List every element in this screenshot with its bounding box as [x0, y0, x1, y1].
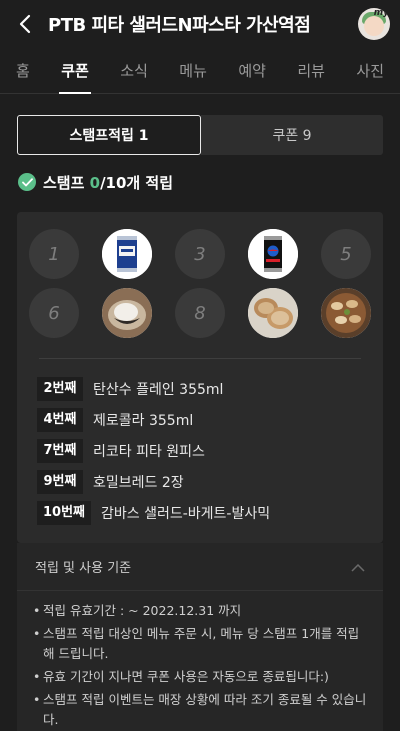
tab-reviews[interactable]: 리뷰 — [297, 48, 325, 94]
avatar-label: my — [373, 8, 389, 18]
reward-row: 4번째 제로콜라 355ml — [37, 408, 193, 432]
reward-row: 7번째 리코타 피타 원피스 — [37, 439, 205, 463]
stamp-slot-7 — [102, 288, 152, 338]
page-title: PTB 피타 샐러드N파스타 가산역점 — [48, 15, 311, 36]
rules-header[interactable]: 적립 및 사용 기준 — [17, 543, 383, 591]
rules-item: 스탬프 적립 대상인 메뉴 주문 시, 메뉴 당 스탬프 1개를 적립해 드립니… — [33, 624, 367, 664]
stamp-slot-8: 8 — [175, 288, 225, 338]
reward-item: 감바스 샐러드-바게트-발사믹 — [101, 506, 271, 522]
rules-panel: 적립 및 사용 기준 적립 유효기간 : ~ 2022.12.31 까지 스탬프… — [17, 543, 383, 731]
stamp-status-prefix: 스탬프 — [43, 173, 90, 192]
reward-row: 10번째 감바스 샐러드-바게트-발사믹 — [37, 501, 270, 525]
stamp-slot-10 — [321, 288, 371, 338]
ricotta-pita-icon — [102, 288, 152, 338]
back-icon[interactable] — [14, 13, 36, 35]
avatar[interactable]: my — [358, 8, 390, 40]
reward-item: 탄산수 플레인 355ml — [93, 382, 224, 398]
gambas-salad-icon — [321, 288, 371, 338]
stamp-slot-4 — [248, 229, 298, 279]
reward-order-badge: 2번째 — [37, 377, 83, 401]
reward-item: 제로콜라 355ml — [93, 413, 194, 429]
rules-title: 적립 및 사용 기준 — [35, 561, 132, 576]
rules-item: 스탬프 적립 이벤트는 매장 상황에 따라 조기 종료될 수 있습니다. — [33, 690, 367, 730]
rye-bread-icon — [248, 288, 298, 338]
stamp-slot-1: 1 — [29, 229, 79, 279]
tab-home[interactable]: 홈 — [16, 48, 30, 94]
stamp-slot-5: 5 — [321, 229, 371, 279]
reward-order-badge: 7번째 — [37, 439, 83, 463]
stamp-slot-9 — [248, 288, 298, 338]
stamp-count: 0 — [89, 173, 101, 192]
reward-order-badge: 9번째 — [37, 470, 83, 494]
reward-order-badge: 4번째 — [37, 408, 83, 432]
reward-item: 리코타 피타 원피스 — [93, 444, 205, 460]
header: PTB 피타 샐러드N파스타 가산역점 my — [0, 0, 400, 48]
zero-cola-can-icon — [248, 229, 298, 279]
stamp-slot-2 — [102, 229, 152, 279]
tab-menu[interactable]: 메뉴 — [179, 48, 207, 94]
reward-item: 호밀브레드 2장 — [93, 475, 184, 491]
rules-item: 유효 기간이 지나면 쿠폰 사용은 자동으로 종료됩니다:) — [33, 667, 367, 687]
coupon-segment-control: 스탬프적립 1 쿠폰 9 — [17, 115, 383, 155]
avatar-face — [364, 16, 384, 36]
stamp-status: 스탬프 0/10개 적립 — [18, 171, 400, 193]
card-divider — [39, 358, 361, 359]
chevron-up-icon[interactable] — [351, 557, 365, 576]
rules-list: 적립 유효기간 : ~ 2022.12.31 까지 스탬프 적립 대상인 메뉴 … — [17, 591, 383, 730]
stamp-status-suffix: /10개 적립 — [100, 173, 174, 192]
check-icon — [18, 173, 36, 191]
stamp-segment-button[interactable]: 스탬프적립 1 — [17, 115, 201, 155]
tab-reservation[interactable]: 예약 — [238, 48, 266, 94]
reward-order-badge: 10번째 — [37, 501, 92, 525]
stamp-slot-3: 3 — [175, 229, 225, 279]
reward-row: 9번째 호밀브레드 2장 — [37, 470, 184, 494]
stamp-status-text: 스탬프 0/10개 적립 — [43, 172, 173, 193]
tab-photos[interactable]: 사진 — [356, 48, 384, 94]
sparkling-water-can-icon — [102, 229, 152, 279]
tab-coupon[interactable]: 쿠폰 — [59, 48, 91, 94]
tab-bar: 홈 쿠폰 소식 메뉴 예약 리뷰 사진 — [0, 48, 400, 94]
stamp-card: 1 3 5 6 8 2번째 탄산수 플레인 355ml 4번째 제로콜라 355… — [17, 212, 383, 543]
coupon-segment-button[interactable]: 쿠폰 9 — [201, 115, 383, 155]
stamp-slot-6: 6 — [29, 288, 79, 338]
rules-item: 적립 유효기간 : ~ 2022.12.31 까지 — [33, 601, 367, 621]
tab-news[interactable]: 소식 — [120, 48, 148, 94]
reward-row: 2번째 탄산수 플레인 355ml — [37, 377, 223, 401]
